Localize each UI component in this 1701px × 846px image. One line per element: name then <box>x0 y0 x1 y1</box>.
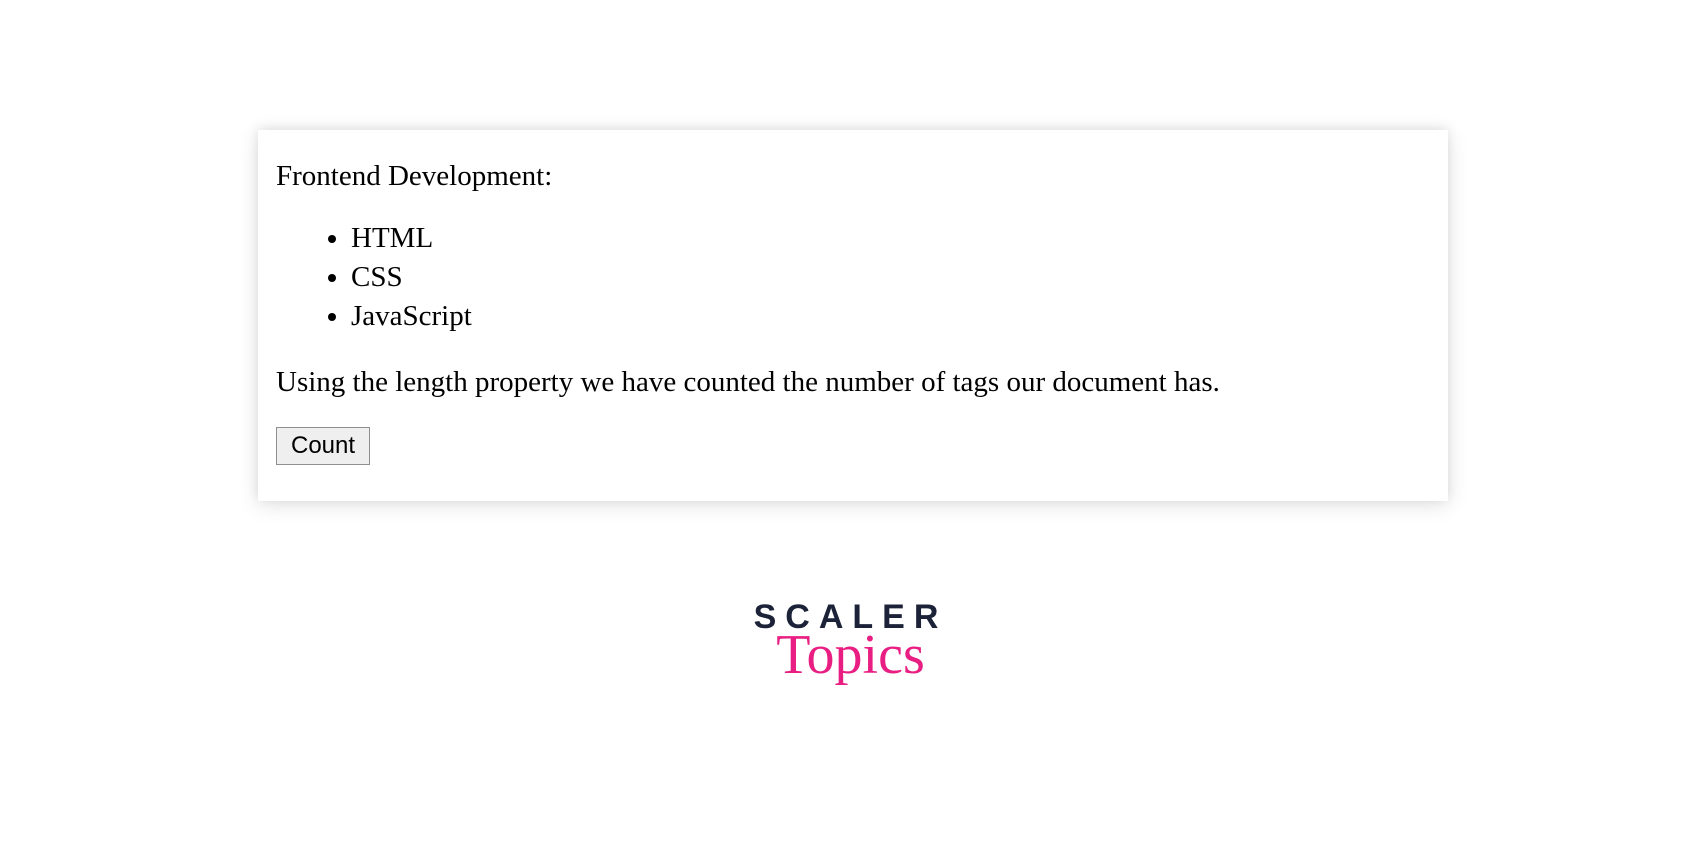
list-item: CSS <box>351 258 1430 297</box>
example-card: Frontend Development: HTML CSS JavaScrip… <box>258 130 1448 501</box>
logo-line2: Topics <box>754 630 948 680</box>
scaler-topics-logo: SCALER Topics <box>754 600 948 680</box>
card-heading: Frontend Development: <box>276 160 1430 193</box>
frontend-list: HTML CSS JavaScript <box>276 219 1430 336</box>
count-button[interactable]: Count <box>276 427 370 465</box>
list-item: HTML <box>351 219 1430 258</box>
list-item: JavaScript <box>351 297 1430 336</box>
description-paragraph: Using the length property we have counte… <box>276 366 1430 399</box>
